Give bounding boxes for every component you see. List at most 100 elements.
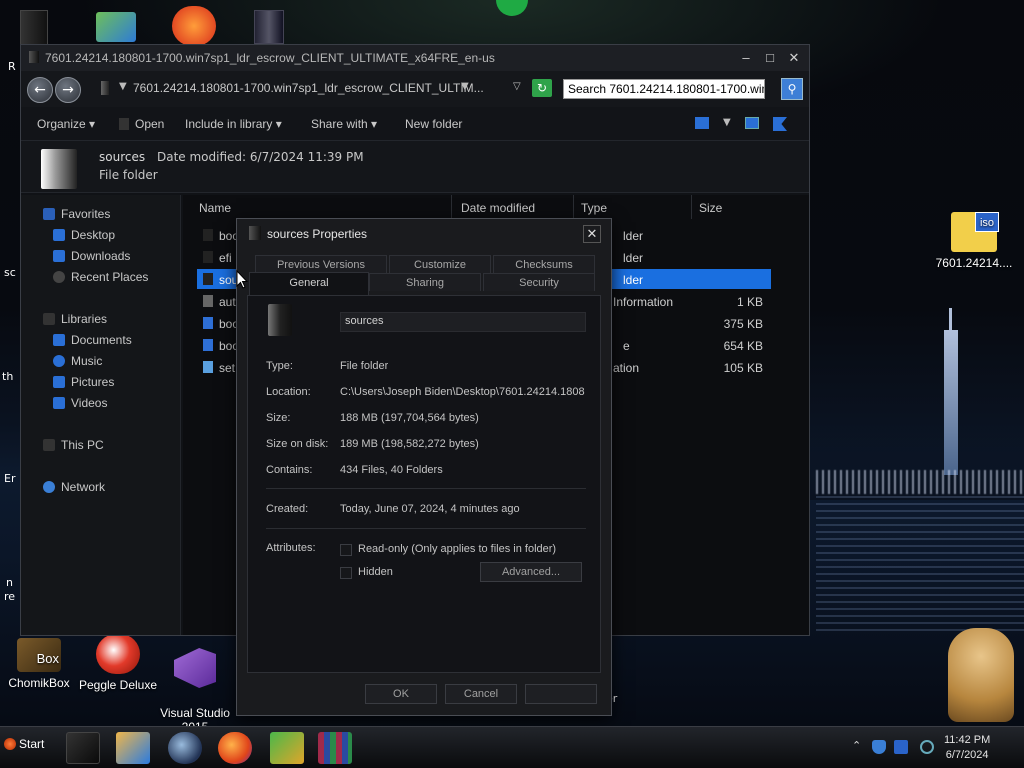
taskbar-users-icon[interactable] [270,732,304,764]
file-type: lder [623,251,644,265]
sidebar-item-downloads[interactable]: Downloads [53,249,130,263]
ok-button[interactable]: OK [365,684,437,704]
size-on-disk-value: 189 MB (198,582,272 bytes) [340,438,479,450]
minimize-button[interactable]: – [737,49,755,67]
chomikbox-shortcut[interactable]: Box ChomikBox [4,638,74,690]
explorer-titlebar[interactable]: 7601.24214.180801-1700.win7sp1_ldr_escro… [21,45,809,71]
tab-customize[interactable]: Customize [389,255,491,273]
details-pane: sources Date modified: 6/7/2024 11:39 PM… [21,141,809,193]
new-folder-button[interactable]: New folder [405,117,462,131]
chevron-down-icon[interactable]: ▼ [119,81,127,92]
readonly-checkbox[interactable] [340,544,352,556]
maximize-button[interactable]: □ [761,49,779,67]
setup-icon [203,361,213,373]
column-divider[interactable] [691,195,692,219]
sidebar-item-desktop[interactable]: Desktop [53,228,115,242]
column-type[interactable]: Type [581,201,607,215]
iso-file-shortcut[interactable]: iso 7601.24214.... [934,212,1014,270]
hidden-checkbox[interactable] [340,567,352,579]
sidebar-item-documents[interactable]: Documents [53,333,132,347]
new-folder-label: New folder [405,117,463,131]
advanced-button[interactable]: Advanced... [480,562,582,582]
share-label: Share with [311,117,368,131]
drive-icon[interactable] [254,10,284,44]
open-button[interactable]: Open [119,117,164,131]
taskbar-media-player-icon[interactable] [116,732,150,764]
sidebar-label: Network [61,480,106,494]
file-icon [203,317,213,329]
search-icon[interactable]: ⚲ [781,78,803,100]
address-bar[interactable]: 7601.24214.180801-1700.win7sp1_ldr_escro… [133,81,484,95]
column-size[interactable]: Size [699,201,722,215]
search-input[interactable]: Search 7601.24214.180801-1700.win... [563,79,765,99]
column-divider[interactable] [451,195,452,219]
system-clock[interactable]: 11:42 PM 6/7/2024 [944,733,990,763]
details-modified: Date modified: 6/7/2024 11:39 PM [157,150,364,164]
folder-icon [203,273,213,285]
sidebar-item-network[interactable]: Network [43,480,105,494]
include-label: Include in library [185,117,273,131]
recycle-bin-icon[interactable] [20,10,48,46]
sidebar-label: Recent Places [71,270,149,284]
taskbar-winrar-icon[interactable] [318,732,352,764]
column-divider[interactable] [573,195,574,219]
libraries-icon [43,313,55,325]
history-dropdown-icon[interactable]: ▽ [513,81,521,92]
taskbar-globe-icon[interactable] [168,732,202,764]
details-name: sources [99,150,146,164]
sidebar-item-favorites[interactable]: Favorites [43,207,110,221]
shield-icon[interactable] [872,740,886,754]
include-in-library-menu[interactable]: Include in library ▾ [185,117,282,131]
close-button[interactable]: ✕ [785,49,803,67]
start-button[interactable]: Start [4,737,44,751]
organize-menu[interactable]: Organize ▾ [37,117,95,131]
tab-previous-versions[interactable]: Previous Versions [255,255,387,273]
file-type: lder [623,273,644,287]
sidebar-item-recent[interactable]: Recent Places [53,270,148,284]
hamster-icon[interactable] [948,628,1014,722]
sidebar-item-pictures[interactable]: Pictures [53,375,114,389]
refresh-icon[interactable]: ↻ [532,79,552,97]
share-with-menu[interactable]: Share with ▾ [311,117,377,131]
organize-label: Organize [37,117,86,131]
taskbar-firefox-icon[interactable] [218,732,252,764]
partial-label: R [8,60,16,73]
folder-name-input[interactable]: sources [340,312,586,332]
volume-tray-icon[interactable] [920,740,934,754]
created-value: Today, June 07, 2024, 4 minutes ago [340,503,520,515]
help-icon[interactable] [773,117,787,131]
peggle-top-icon[interactable] [172,6,216,46]
peggle-deluxe-shortcut[interactable]: Peggle Deluxe [78,634,158,692]
partial-label: Er [4,472,16,485]
taskbar-cmd-icon[interactable] [66,732,100,764]
preview-pane-icon[interactable] [745,117,759,129]
sidebar-item-this-pc[interactable]: This PC [43,438,104,452]
tray-expand-icon[interactable]: ⌃ [852,739,861,752]
forward-button[interactable]: → [55,77,81,103]
tab-general[interactable]: General [249,272,369,296]
dialog-close-button[interactable]: ✕ [583,225,601,243]
view-icon[interactable] [695,117,709,129]
column-name[interactable]: Name [199,201,231,215]
apply-button[interactable] [525,684,597,704]
file-size: 1 KB [736,295,763,309]
back-button[interactable]: ← [27,77,53,103]
tab-sharing[interactable]: Sharing [369,273,481,291]
sidebar-label: Music [71,354,103,368]
file-type: Information [613,295,674,309]
tab-checksums[interactable]: Checksums [493,255,595,273]
tab-security[interactable]: Security [483,273,595,291]
column-date-modified[interactable]: Date modified [461,201,535,215]
mail-app-icon[interactable] [96,12,136,42]
sidebar-item-videos[interactable]: Videos [53,396,107,410]
start-label: Start [19,737,45,751]
desktop-icon [53,229,65,241]
cancel-button[interactable]: Cancel [445,684,517,704]
sidebar-item-music[interactable]: Music [53,354,102,368]
clock-time: 11:42 PM [944,734,991,746]
view-dropdown-icon[interactable]: ▼ [723,117,731,128]
peggle-label: Peggle Deluxe [78,678,158,692]
network-tray-icon[interactable] [894,740,908,754]
address-dropdown-icon[interactable]: ▼ [461,81,469,92]
sidebar-item-libraries[interactable]: Libraries [43,312,107,326]
